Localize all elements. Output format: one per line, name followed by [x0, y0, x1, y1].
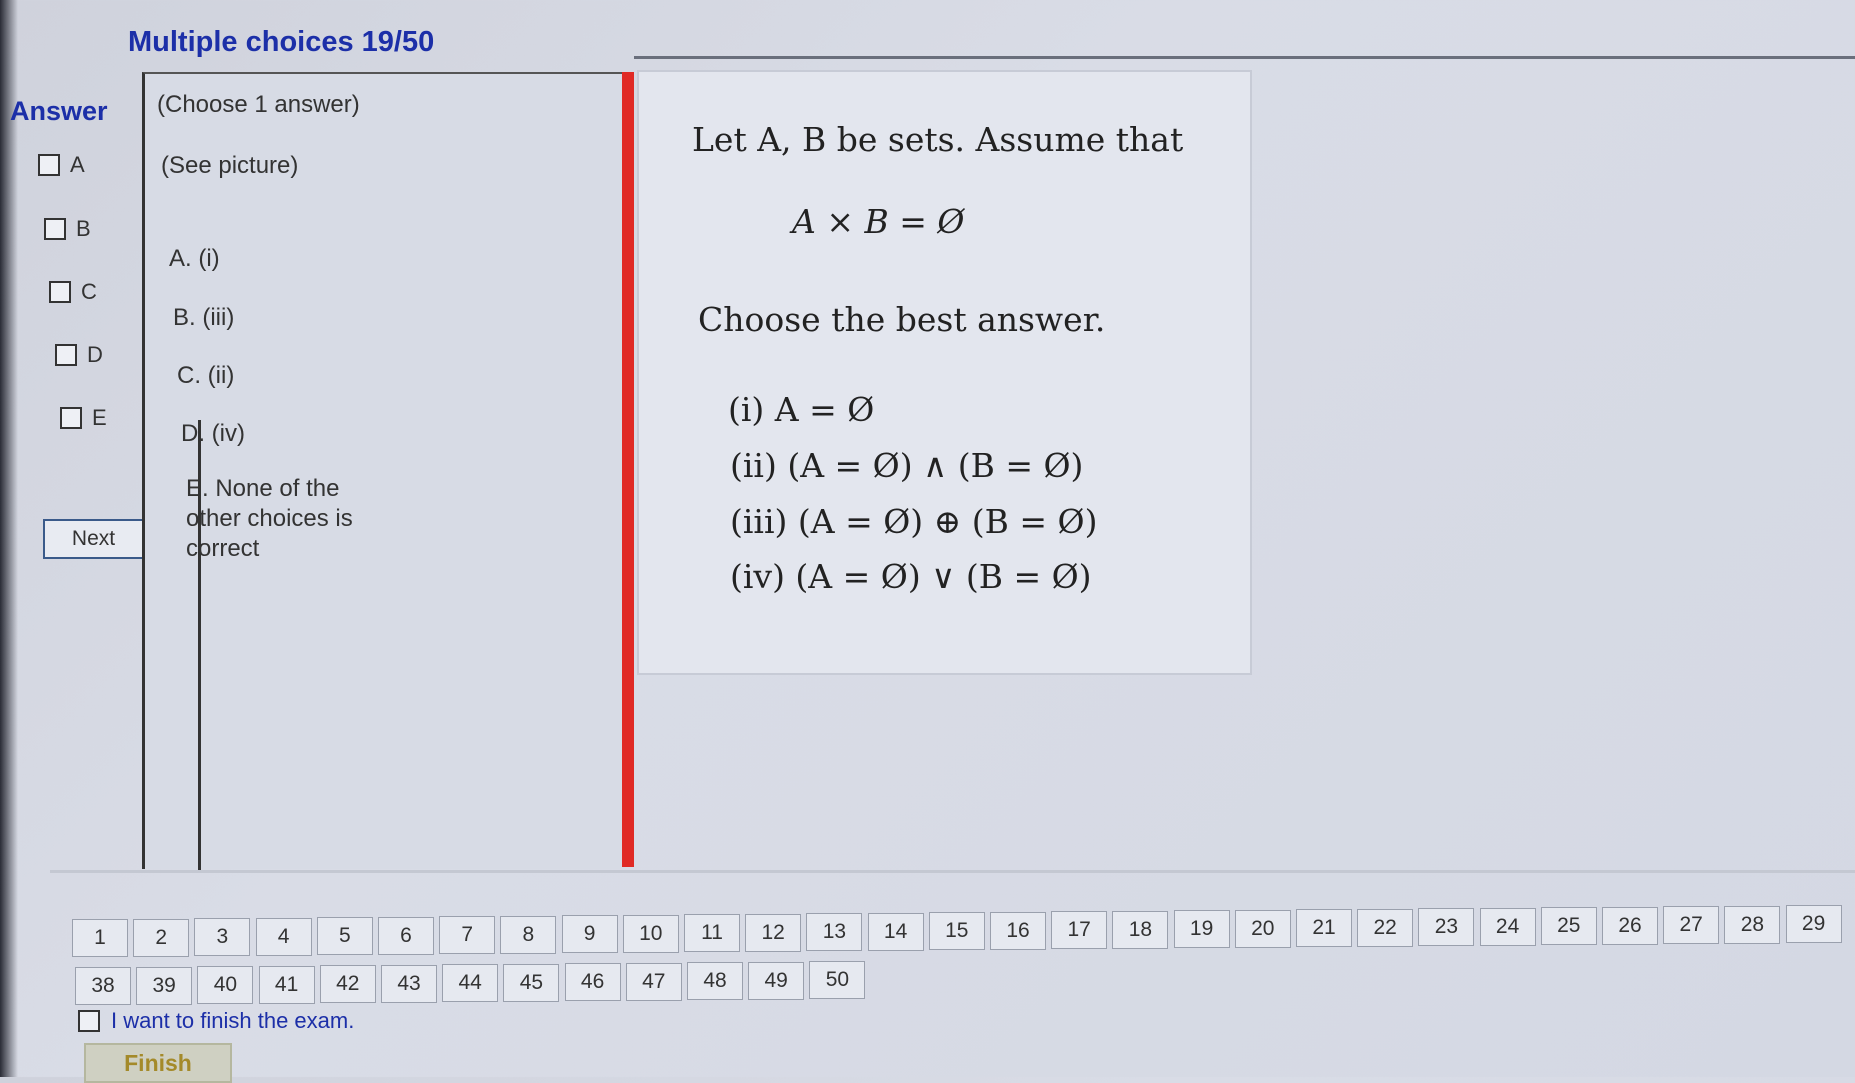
question-item-iv: (iv) (A = Ø) ∨ (B = Ø): [730, 557, 1092, 596]
question-page-button[interactable]: 46: [564, 963, 621, 1001]
choice-b-text: B. (iii): [173, 304, 235, 331]
answer-option-b[interactable]: B: [44, 216, 91, 242]
choice-e-line: correct: [186, 535, 260, 562]
question-page-button[interactable]: 25: [1540, 907, 1597, 945]
checkbox-d[interactable]: [55, 344, 77, 366]
question-page-button[interactable]: 50: [809, 961, 866, 999]
answer-option-label: B: [76, 216, 91, 241]
question-page-button[interactable]: 49: [748, 961, 805, 1000]
question-intro: Let A, B be sets. Assume that: [692, 120, 1184, 159]
question-page-button[interactable]: 28: [1724, 905, 1781, 944]
splitter-bar[interactable]: [622, 72, 634, 867]
answer-option-label: D: [87, 342, 103, 367]
question-page-button[interactable]: 27: [1663, 906, 1720, 944]
answer-heading: Answer: [10, 96, 108, 126]
checkbox-b[interactable]: [44, 218, 66, 240]
question-page-button[interactable]: 13: [806, 913, 863, 951]
question-page-button[interactable]: 16: [990, 911, 1046, 950]
choice-c-text: C. (ii): [177, 362, 235, 389]
question-page-button[interactable]: 44: [442, 964, 499, 1002]
question-page-button[interactable]: 22: [1357, 908, 1414, 947]
choice-e-line: E. None of the: [186, 475, 340, 502]
question-page-button[interactable]: 1: [72, 919, 128, 957]
question-page-button[interactable]: 29: [1785, 905, 1842, 943]
question-page-button[interactable]: 19: [1173, 910, 1230, 948]
checkbox-a[interactable]: [38, 154, 60, 176]
question-page-button[interactable]: 43: [381, 964, 437, 1003]
choices-panel: [142, 72, 625, 869]
question-page-button[interactable]: 45: [503, 963, 560, 1002]
question-page-button[interactable]: 2: [133, 918, 190, 957]
question-page-button[interactable]: 5: [316, 917, 373, 955]
header-divider: [634, 56, 1855, 59]
question-page-button[interactable]: 9: [561, 915, 618, 953]
choice-e-line: other choices is: [186, 505, 353, 532]
question-page-button[interactable]: 24: [1479, 907, 1536, 946]
question-page-button[interactable]: 48: [687, 962, 743, 1000]
answer-option-c[interactable]: C: [49, 279, 97, 305]
question-item-i: (i) A = Ø: [728, 390, 875, 429]
screen-edge-shadow: [0, 0, 18, 1077]
question-page-button[interactable]: 47: [625, 962, 682, 1001]
question-page-button[interactable]: 10: [622, 914, 679, 953]
answer-option-label: C: [81, 279, 97, 304]
answer-option-label: A: [70, 152, 85, 177]
question-page-button[interactable]: 41: [258, 965, 315, 1004]
question-page-button[interactable]: 11: [684, 914, 740, 952]
question-page-button[interactable]: 38: [75, 967, 131, 1005]
finish-button[interactable]: Finish: [84, 1043, 232, 1083]
see-picture-note: (See picture): [161, 152, 299, 179]
question-page-button[interactable]: 39: [136, 966, 193, 1005]
question-page-button[interactable]: 14: [867, 912, 924, 951]
page-title: Multiple choices 19/50: [128, 26, 435, 58]
question-equation: A × B = Ø: [792, 202, 965, 241]
choice-d-text: D. (iv): [181, 420, 245, 447]
question-prompt: Choose the best answer.: [698, 300, 1106, 339]
question-page-button[interactable]: 21: [1296, 909, 1352, 947]
checkbox-c[interactable]: [49, 281, 71, 303]
choice-e-text: E. None of the other choices is correct: [186, 474, 353, 564]
question-page-button[interactable]: 26: [1602, 906, 1658, 945]
pager-divider: [50, 870, 1855, 873]
answer-option-e[interactable]: E: [60, 405, 107, 431]
question-page-button[interactable]: 40: [197, 966, 254, 1004]
finish-exam-label: I want to finish the exam.: [111, 1008, 355, 1033]
question-page-button[interactable]: 12: [745, 913, 802, 952]
question-page-button[interactable]: 4: [255, 917, 312, 956]
question-page-button[interactable]: 7: [439, 916, 496, 954]
answer-option-a[interactable]: A: [38, 152, 85, 178]
question-page-button[interactable]: 3: [194, 918, 251, 956]
question-item-ii: (ii) (A = Ø) ∧ (B = Ø): [730, 446, 1084, 485]
question-page-button[interactable]: 23: [1418, 908, 1475, 946]
answer-option-d[interactable]: D: [55, 342, 103, 368]
answer-option-label: E: [92, 405, 107, 430]
question-page-button[interactable]: 42: [319, 965, 376, 1003]
choices-instruction: (Choose 1 answer): [157, 91, 360, 118]
question-page-button[interactable]: 15: [928, 912, 985, 950]
question-item-iii: (iii) (A = Ø) ⊕ (B = Ø): [730, 502, 1098, 541]
question-page-button[interactable]: 17: [1051, 911, 1108, 949]
checkbox-e[interactable]: [60, 407, 82, 429]
question-page-button[interactable]: 8: [500, 915, 557, 954]
choice-a-text: A. (i): [169, 245, 220, 272]
next-button[interactable]: Next: [43, 519, 144, 559]
finish-exam-checkbox[interactable]: [78, 1010, 100, 1032]
question-page-button[interactable]: 6: [378, 916, 434, 955]
question-page-button[interactable]: 18: [1112, 910, 1169, 949]
question-page-button[interactable]: 20: [1234, 909, 1291, 948]
